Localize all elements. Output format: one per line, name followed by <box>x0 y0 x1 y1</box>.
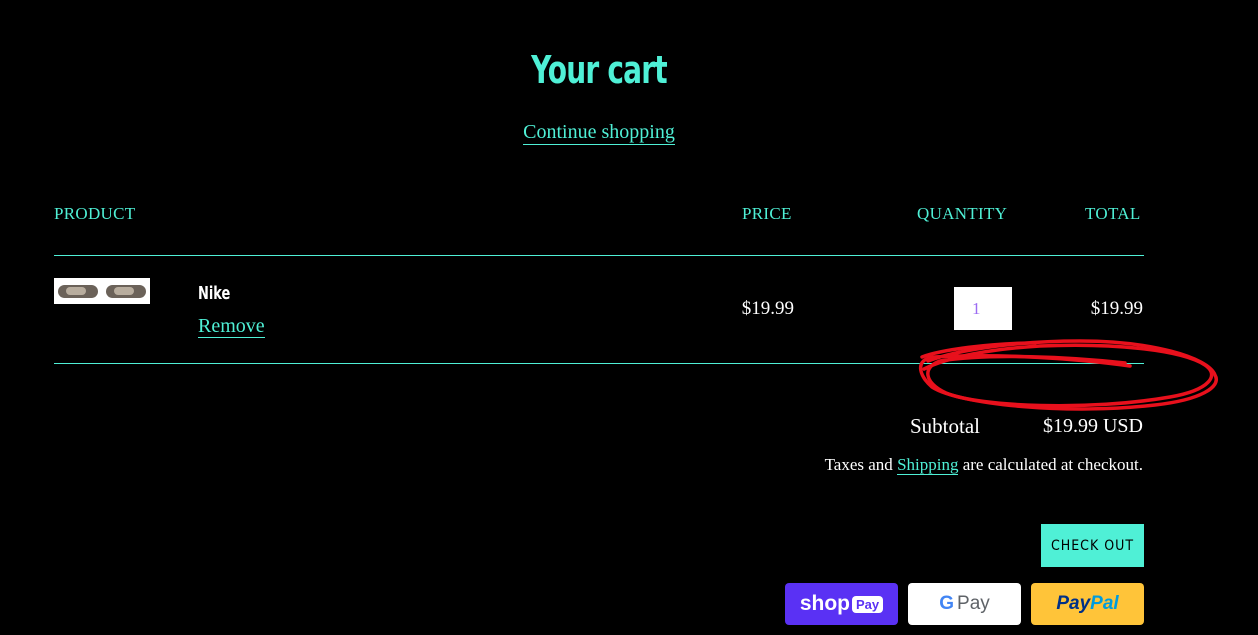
checkout-button[interactable]: CHECK OUT <box>1041 524 1144 567</box>
google-pay-button[interactable]: G Pay <box>908 583 1021 625</box>
remove-link[interactable]: Remove <box>198 316 265 338</box>
header-product: PRODUCT <box>54 204 136 223</box>
shop-pay-button[interactable]: shop Pay <box>785 583 898 625</box>
taxes-note: Taxes and Shipping are calculated at che… <box>825 455 1143 475</box>
google-pay-label: Pay <box>957 593 990 614</box>
subtotal-label: Subtotal <box>910 414 981 438</box>
shop-pay-pill: Pay <box>852 595 884 613</box>
sandal-left <box>58 284 98 298</box>
item-total: $19.99 <box>1090 298 1143 319</box>
product-image[interactable] <box>54 278 150 304</box>
google-g-icon: G <box>939 593 955 614</box>
paypal-wordmark-pal: Pal <box>1090 593 1119 614</box>
red-annotation-scribble <box>918 339 1218 411</box>
item-price: $19.99 <box>741 298 794 319</box>
continue-shopping-link[interactable]: Continue shopping <box>523 121 675 145</box>
header-quantity: QUANTITY <box>917 204 1008 223</box>
header-price: PRICE <box>742 204 792 223</box>
paypal-button[interactable]: Pay Pal <box>1031 583 1144 625</box>
subtotal-value: $19.99 USD <box>1042 415 1143 437</box>
quantity-input[interactable] <box>954 287 1012 330</box>
taxes-text-before: Taxes and <box>824 455 898 474</box>
shop-pay-wordmark: shop <box>799 592 851 615</box>
continue-shopping-wrap: Continue shopping <box>0 121 1198 145</box>
product-name[interactable]: Nike <box>198 283 230 304</box>
page-title: Your cart <box>531 48 667 92</box>
sandal-right <box>106 284 146 298</box>
header-divider <box>54 255 1144 256</box>
paypal-wordmark-pay: Pay <box>1056 593 1091 614</box>
taxes-text-after: are calculated at checkout. <box>958 455 1143 474</box>
header-total: TOTAL <box>1085 204 1141 223</box>
shipping-link[interactable]: Shipping <box>897 455 959 475</box>
